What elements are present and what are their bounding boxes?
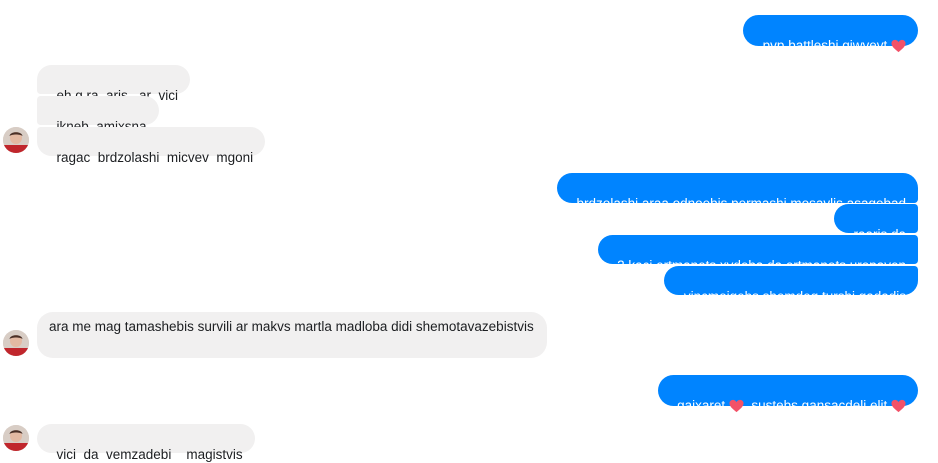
message-bubble-incoming[interactable]: ara me mag tamashebis survili ar makvs m… <box>37 312 547 358</box>
message-text: vincmoigebs shemdeg turshi gadadis <box>683 289 906 304</box>
message-bubble-outgoing[interactable]: pvp battleshi giwvevt <box>743 15 918 53</box>
message-bubble-outgoing[interactable]: vincmoigebs shemdeg turshi gadadis <box>664 266 918 304</box>
heart-emoji-icon <box>891 39 906 57</box>
person-avatar-icon <box>3 425 29 451</box>
message-bubble-outgoing[interactable]: 2 kaci ertmanets xvdeba da ertmanets ure… <box>597 235 918 273</box>
heart-emoji-icon <box>729 399 744 417</box>
message-text: vici da vemzadebi magistvis <box>56 447 243 462</box>
message-text: ara me mag tamashebis survili ar makvs m… <box>49 319 534 334</box>
contact-avatar[interactable] <box>3 330 29 356</box>
message-bubble-incoming[interactable]: eh g ra aris ar vici <box>37 65 191 103</box>
message-bubble-outgoing[interactable]: brdzolashi araa odnoebis permashi mosavl… <box>557 173 918 211</box>
message-bubble-outgoing[interactable]: gaixaret sustebs gansacdeli elit <box>657 375 918 413</box>
message-text: sustebs gansacdeli elit <box>743 398 891 413</box>
message-text: ragac brdzolashi micvev mgoni <box>56 150 254 165</box>
message-text: pvp battleshi giwvevt <box>762 38 891 53</box>
person-avatar-icon <box>3 127 29 153</box>
message-bubble-outgoing[interactable]: raaris da <box>833 204 918 242</box>
message-bubble-incoming[interactable]: ikneb amixsna <box>37 96 159 134</box>
message-text: gaixaret <box>677 398 729 413</box>
heart-emoji-icon <box>891 399 906 417</box>
contact-avatar[interactable] <box>3 425 29 451</box>
contact-avatar[interactable] <box>3 127 29 153</box>
person-avatar-icon <box>3 330 29 356</box>
message-bubble-incoming[interactable]: ragac brdzolashi micvev mgoni <box>37 127 266 165</box>
message-bubble-incoming[interactable]: vici da vemzadebi magistvis <box>37 424 255 462</box>
